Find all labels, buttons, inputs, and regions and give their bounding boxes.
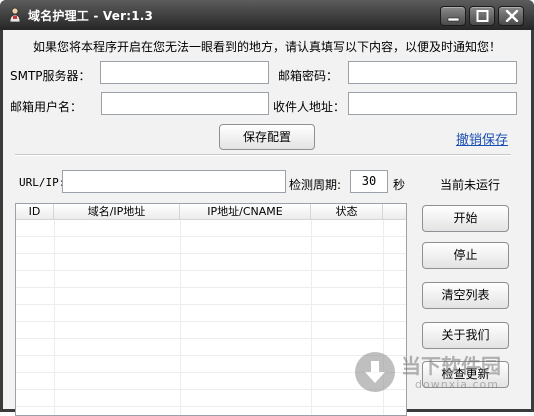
mail-user-label: 邮箱用户名：	[10, 100, 83, 114]
period-label: 检测周期:	[289, 178, 342, 192]
grid-line	[180, 220, 181, 415]
client-area: 如果您将本程序开启在您无法一眼看到的地方，请认真填写以下内容，以便及时通知您！ …	[3, 30, 531, 416]
run-status-text: 当前未运行	[440, 178, 501, 192]
app-window: 域名护理工 - Ver:1.3 如果您将本程序开启在您无法一眼看到的地方，请认真…	[0, 0, 534, 416]
notice-text: 如果您将本程序开启在您无法一眼看到的地方，请认真填写以下内容，以便及时通知您！	[33, 40, 502, 54]
start-button[interactable]: 开始	[422, 205, 509, 232]
url-input[interactable]	[62, 170, 286, 193]
download-arrow-icon	[355, 352, 395, 392]
minimize-button[interactable]	[440, 6, 466, 26]
window-title: 域名护理工 - Ver:1.3	[28, 9, 154, 23]
watermark: 当下软件园 downxia.com	[355, 348, 525, 408]
mail-password-label: 邮箱密码：	[278, 69, 339, 83]
watermark-subtitle: downxia.com	[415, 378, 499, 391]
domain-list[interactable]: ID 域名/IP地址 IP地址/CNAME 状态	[15, 203, 407, 416]
column-ip-cname[interactable]: IP地址/CNAME	[180, 204, 311, 220]
about-button[interactable]: 关于我们	[422, 322, 509, 349]
grid-line	[311, 220, 312, 415]
stop-button[interactable]: 停止	[422, 242, 509, 269]
list-body	[16, 220, 406, 415]
close-button[interactable]	[498, 6, 524, 26]
grid-line	[54, 220, 55, 415]
recipient-label: 收件人地址：	[273, 100, 346, 114]
clear-list-button[interactable]: 清空列表	[422, 282, 509, 309]
mail-user-input[interactable]	[101, 92, 269, 115]
save-config-button[interactable]: 保存配置	[219, 124, 315, 150]
column-status[interactable]: 状态	[311, 204, 383, 220]
divider	[15, 154, 511, 156]
url-label: URL/IP:	[19, 176, 66, 189]
title-bar: 域名护理工 - Ver:1.3	[0, 0, 534, 30]
watermark-title: 当下软件园	[401, 354, 501, 378]
undo-save-link[interactable]: 撤销保存	[456, 129, 508, 148]
mail-password-input[interactable]	[348, 61, 517, 84]
column-id[interactable]: ID	[16, 204, 54, 220]
maximize-icon	[476, 10, 489, 22]
period-unit: 秒	[393, 178, 406, 192]
app-user-icon	[8, 7, 22, 23]
close-icon	[505, 10, 519, 22]
recipient-input[interactable]	[348, 92, 517, 115]
maximize-button[interactable]	[469, 6, 495, 26]
smtp-input[interactable]	[100, 61, 269, 84]
period-input[interactable]: 30	[350, 170, 388, 193]
smtp-label: SMTP服务器：	[10, 69, 91, 83]
column-domain[interactable]: 域名/IP地址	[54, 204, 180, 220]
minimize-icon	[447, 17, 460, 22]
list-header: ID 域名/IP地址 IP地址/CNAME 状态	[16, 204, 406, 220]
